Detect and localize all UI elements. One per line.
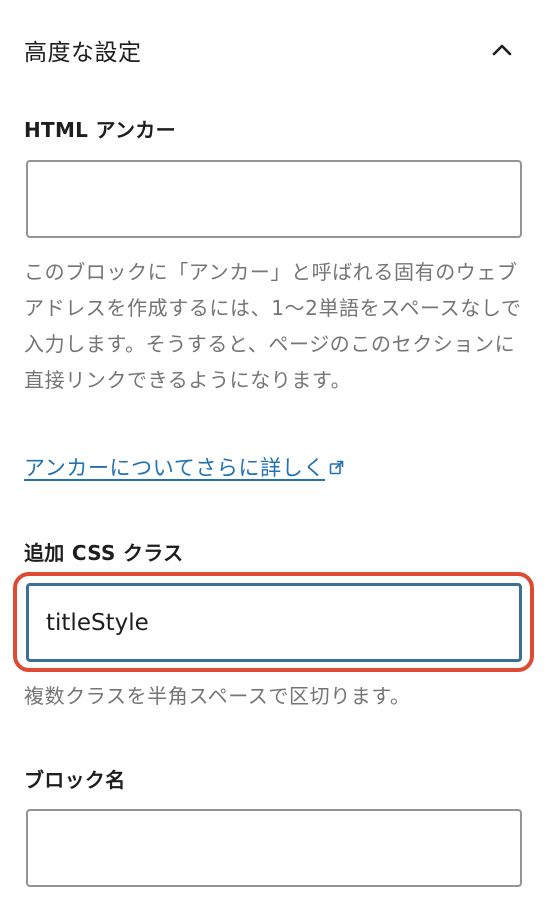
html-anchor-label: HTML アンカー [24, 118, 176, 142]
css-class-input[interactable] [26, 583, 522, 662]
advanced-settings-panel: 高度な設定 HTML アンカー このブロックに「アンカー」と呼ばれる固有のウェブ… [0, 0, 548, 911]
chevron-up-icon[interactable] [490, 38, 514, 62]
external-link-icon [329, 459, 345, 475]
css-class-help: 複数クラスを半角スペースで区切ります。 [24, 684, 411, 708]
block-name-label: ブロック名 [24, 768, 126, 792]
advanced-settings-toggle[interactable]: 高度な設定 [24, 28, 524, 72]
anchor-learn-more-link[interactable]: アンカーについてさらに詳しく [24, 452, 345, 482]
anchor-learn-more-label: アンカーについてさらに詳しく [24, 456, 325, 480]
block-name-input[interactable] [26, 809, 522, 887]
panel-title: 高度な設定 [24, 40, 142, 66]
html-anchor-input[interactable] [26, 160, 522, 238]
css-class-label: 追加 CSS クラス [24, 541, 184, 565]
html-anchor-help: このブロックに「アンカー」と呼ばれる固有のウェブアドレスを作成するには、1〜2単… [24, 260, 522, 392]
